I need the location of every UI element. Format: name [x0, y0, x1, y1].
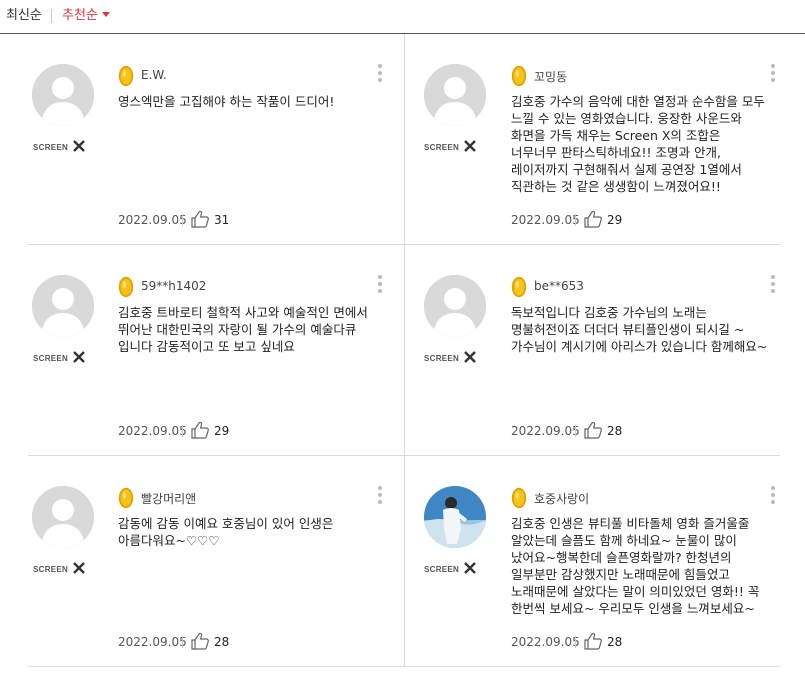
medal-icon [118, 65, 134, 87]
more-options-icon[interactable] [770, 275, 776, 297]
meta-divider [575, 214, 576, 226]
meta-divider [575, 425, 576, 437]
like-count: 31 [214, 213, 230, 227]
screenx-badge: SCREEN [33, 140, 85, 152]
more-options-icon[interactable] [377, 64, 383, 86]
svg-text:SCREEN: SCREEN [424, 354, 459, 363]
default-avatar-icon [32, 275, 94, 337]
review-text: 김호중 가수의 음악에 대한 열정과 순수함을 모두 느낄 수 있는 영화였습니… [511, 94, 765, 194]
more-options-icon[interactable] [770, 486, 776, 508]
review-card: SCREEN E.W. 영스엑만을 고집해야 하는 작품이 드디어! 2022.… [28, 34, 404, 244]
like-count: 28 [607, 635, 623, 649]
thumbs-up-icon[interactable] [190, 210, 210, 228]
avatar [424, 275, 486, 337]
review-text: 영스엑만을 고집해야 하는 작품이 드디어! [118, 94, 335, 109]
review-author: 호중사랑이 [534, 492, 590, 506]
svg-text:SCREEN: SCREEN [33, 565, 68, 574]
more-options-icon[interactable] [377, 486, 383, 508]
like-count: 29 [214, 424, 230, 438]
more-options-icon[interactable] [770, 64, 776, 86]
review-author: E.W. [141, 68, 167, 82]
sort-recommended-label: 추천순 [62, 8, 98, 23]
review-card: SCREEN 꼬밍동 김호중 가수의 음악에 대한 열정과 순수함을 모두 느낄… [404, 34, 780, 244]
review-card: SCREEN 호중사랑이 김호중 인생은 뷰티풀 비타돌체 영화 즐거울줄 알았… [404, 456, 780, 666]
sort-divider [51, 9, 52, 23]
medal-icon [118, 487, 134, 509]
avatar [424, 64, 486, 126]
default-avatar-icon [32, 64, 94, 126]
like-count: 28 [607, 424, 623, 438]
review-author: be**653 [534, 279, 584, 293]
thumbs-up-icon[interactable] [583, 421, 603, 439]
more-options-icon[interactable] [377, 275, 383, 297]
review-author: 꼬밍동 [534, 70, 568, 84]
screenx-badge: SCREEN [424, 140, 476, 152]
medal-icon [511, 487, 527, 509]
review-text: 독보적입니다 김호중 가수님의 노래는 명불허전이죠 더더더 뷰티플인생이 되시… [511, 305, 768, 354]
thumbs-up-icon[interactable] [583, 632, 603, 650]
svg-text:SCREEN: SCREEN [33, 354, 68, 363]
svg-text:SCREEN: SCREEN [33, 143, 68, 152]
review-card: SCREEN be**653 독보적입니다 김호중 가수님의 노래는 명불허전이… [404, 245, 780, 455]
svg-text:SCREEN: SCREEN [424, 565, 459, 574]
medal-icon [511, 276, 527, 298]
avatar [424, 486, 486, 548]
review-date: 2022.09.05 [511, 213, 580, 227]
like-count: 29 [607, 213, 623, 227]
default-avatar-icon [424, 275, 486, 337]
review-card: SCREEN 빨강머리앤 감동에 감동 이예요 호중님이 있어 인생은 아름다워… [28, 456, 404, 666]
avatar [32, 64, 94, 126]
review-text: 감동에 감동 이예요 호중님이 있어 인생은 아름다워요~♡♡♡ [118, 516, 334, 548]
review-date: 2022.09.05 [118, 424, 187, 438]
avatar [32, 486, 94, 548]
review-date: 2022.09.05 [118, 213, 187, 227]
screenx-badge: SCREEN [33, 562, 85, 574]
review-row: SCREEN 빨강머리앤 감동에 감동 이예요 호중님이 있어 인생은 아름다워… [28, 456, 780, 667]
review-date: 2022.09.05 [511, 424, 580, 438]
review-author: 빨강머리앤 [141, 492, 197, 506]
sort-recommended-tab[interactable]: 추천순 [62, 8, 110, 24]
review-author: 59**h1402 [141, 279, 207, 293]
default-avatar-icon [32, 486, 94, 548]
sort-bar: 최신순 추천순 [0, 0, 805, 34]
svg-text:SCREEN: SCREEN [424, 143, 459, 152]
medal-icon [118, 276, 134, 298]
thumbs-up-icon[interactable] [190, 421, 210, 439]
review-text: 김호중 트바로티 철학적 사고와 예술적인 면에서 뛰어난 대한민국의 자랑이 … [118, 305, 368, 354]
medal-icon [511, 65, 527, 87]
review-date: 2022.09.05 [118, 635, 187, 649]
profile-photo [424, 486, 486, 548]
review-text: 김호중 인생은 뷰티풀 비타돌체 영화 즐거울줄 알았는데 슬픔도 함께 하네요… [511, 516, 760, 616]
review-card: SCREEN 59**h1402 김호중 트바로티 철학적 사고와 예술적인 면… [28, 245, 404, 455]
review-date: 2022.09.05 [511, 635, 580, 649]
meta-divider [182, 214, 183, 226]
screenx-badge: SCREEN [33, 351, 85, 363]
screenx-badge: SCREEN [424, 562, 476, 574]
thumbs-up-icon[interactable] [583, 210, 603, 228]
screenx-badge: SCREEN [424, 351, 476, 363]
avatar [32, 275, 94, 337]
review-row: SCREEN E.W. 영스엑만을 고집해야 하는 작품이 드디어! 2022.… [28, 34, 780, 245]
like-count: 28 [214, 635, 230, 649]
caret-down-icon [101, 12, 110, 17]
default-avatar-icon [424, 64, 486, 126]
meta-divider [182, 636, 183, 648]
sort-latest-tab[interactable]: 최신순 [6, 8, 42, 24]
meta-divider [575, 636, 576, 648]
review-row: SCREEN 59**h1402 김호중 트바로티 철학적 사고와 예술적인 면… [28, 245, 780, 456]
thumbs-up-icon[interactable] [190, 632, 210, 650]
meta-divider [182, 425, 183, 437]
